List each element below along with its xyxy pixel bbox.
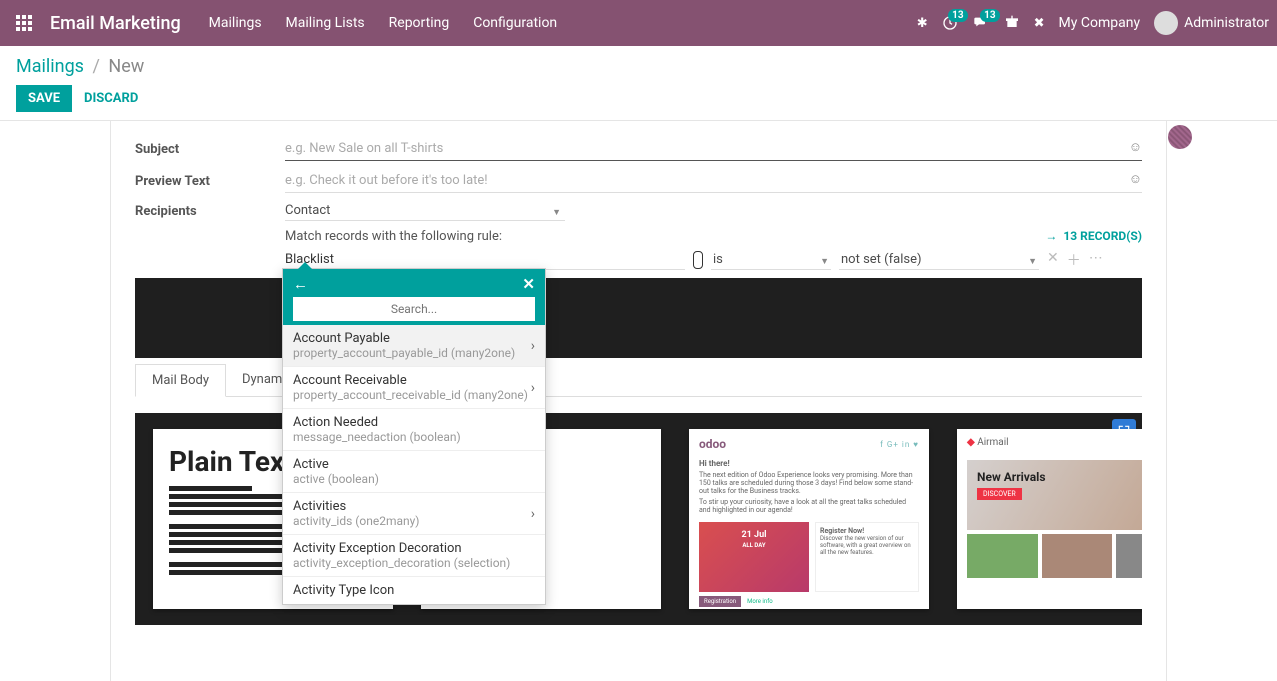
nav-mailings[interactable]: Mailings [199, 3, 272, 43]
chevron-right-icon: › [531, 506, 535, 522]
field-option[interactable]: Activeactive (boolean) [283, 450, 545, 492]
back-icon[interactable]: ← [293, 275, 308, 293]
field-list[interactable]: Account Payableproperty_account_payable_… [283, 325, 545, 604]
emoji-icon[interactable]: ☺ [1129, 171, 1142, 187]
company-selector[interactable]: My Company [1059, 15, 1141, 31]
records-count-link[interactable]: → 13 RECORD(S) [1045, 229, 1142, 243]
activity-badge: 13 [948, 9, 967, 22]
user-menu[interactable]: Administrator [1154, 11, 1269, 35]
add-rule-icon[interactable]: ＋ [1067, 250, 1081, 270]
domain-field-select[interactable]: Blacklist [285, 250, 685, 270]
match-rule-text: Match records with the following rule: →… [285, 229, 1142, 244]
avatar [1154, 11, 1178, 35]
app-brand[interactable]: Email Marketing [50, 13, 181, 34]
field-option[interactable]: Action Neededmessage_needaction (boolean… [283, 408, 545, 450]
chevron-right-icon: › [531, 380, 535, 396]
resize-handle[interactable] [693, 251, 703, 269]
chatter-toggle[interactable] [1168, 125, 1192, 149]
template-airmail[interactable]: ◆ Airmailf G+ in ♥ New Arrivals DISCOVER [957, 429, 1142, 609]
debug-icon[interactable]: ✖ [1034, 16, 1045, 31]
domain-operator-select[interactable]: is▼ [711, 250, 831, 270]
preview-input[interactable] [285, 169, 1142, 193]
subject-input[interactable] [285, 137, 1142, 161]
save-button[interactable]: SAVE [16, 85, 72, 112]
subject-label: Subject [135, 142, 285, 157]
field-option[interactable]: Account Payableproperty_account_payable_… [283, 325, 545, 366]
chevron-right-icon: › [531, 338, 535, 354]
chevron-down-icon: ▼ [552, 207, 561, 218]
more-rule-icon[interactable]: ⋯ [1089, 250, 1103, 270]
nav-configuration[interactable]: Configuration [463, 3, 567, 43]
gift-icon[interactable] [1004, 13, 1020, 33]
breadcrumb-current: New [108, 56, 144, 77]
bug-icon[interactable]: ✱ [917, 16, 928, 31]
preview-label: Preview Text [135, 174, 285, 189]
form-sheet: Subject ☺ Preview Text ☺ Recipients Cont… [110, 121, 1167, 681]
tab-mail-body[interactable]: Mail Body [135, 364, 226, 397]
apps-launcher-icon[interactable] [8, 7, 40, 39]
field-option[interactable]: Activity Exception Decorationactivity_ex… [283, 534, 545, 576]
field-search-input[interactable] [293, 297, 535, 321]
breadcrumb-root[interactable]: Mailings [16, 56, 84, 77]
top-navbar: Email Marketing Mailings Mailing Lists R… [0, 0, 1277, 46]
field-option[interactable]: Account Receivableproperty_account_recei… [283, 366, 545, 408]
discard-button[interactable]: DISCARD [84, 91, 138, 106]
recipients-label: Recipients [135, 204, 285, 219]
emoji-icon[interactable]: ☺ [1129, 139, 1142, 155]
field-option[interactable]: Activity Type Icon [283, 576, 545, 604]
domain-value-select[interactable]: not set (false)▼ [839, 250, 1039, 270]
activity-icon[interactable]: 13 [942, 15, 958, 31]
close-icon[interactable]: ✕ [522, 275, 535, 293]
field-selector-popover: ← ✕ Account Payableproperty_account_paya… [282, 268, 546, 605]
control-panel: Mailings / New SAVE DISCARD [0, 46, 1277, 121]
user-name: Administrator [1184, 15, 1269, 31]
nav-mailing-lists[interactable]: Mailing Lists [276, 3, 375, 43]
recipients-select[interactable]: Contact ▼ [285, 201, 565, 221]
nav-reporting[interactable]: Reporting [379, 3, 460, 43]
template-odoo[interactable]: odoof G+ in ♥ Hi there! The next edition… [689, 429, 929, 609]
discuss-badge: 13 [980, 9, 999, 22]
remove-rule-icon[interactable]: ✕ [1047, 250, 1059, 270]
nav-menu: Mailings Mailing Lists Reporting Configu… [199, 3, 567, 43]
breadcrumb: Mailings / New [16, 56, 1261, 77]
discuss-icon[interactable]: 13 [972, 15, 990, 31]
field-option[interactable]: Activitiesactivity_ids (one2many) › [283, 492, 545, 534]
